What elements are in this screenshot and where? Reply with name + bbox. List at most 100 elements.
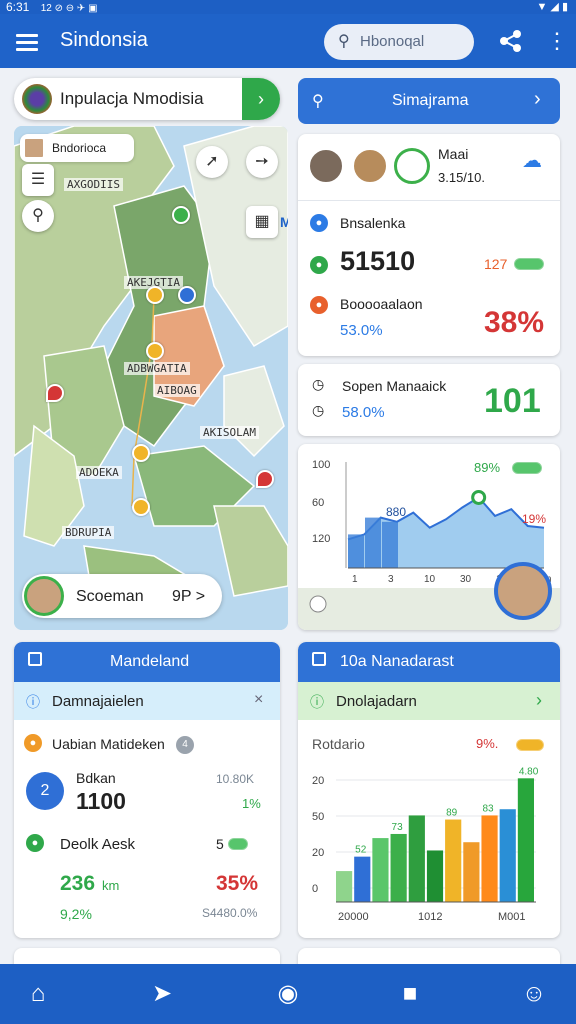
area-bar: [348, 534, 364, 568]
avatar: [23, 137, 45, 159]
map-info-chip[interactable]: Bndorioca: [20, 134, 134, 162]
foot-left: 9,2%: [60, 906, 92, 922]
bar: [408, 815, 425, 902]
map-pin[interactable]: [172, 206, 190, 224]
region-selector-label: Inpulacja Nmodisia: [60, 89, 204, 108]
map-pin[interactable]: [132, 498, 150, 516]
area-bar: [365, 517, 381, 568]
record-icon[interactable]: ◉: [274, 980, 302, 1008]
region-label: ADOEKA: [76, 466, 122, 479]
stat-icon: ●: [310, 296, 328, 314]
toggle-switch[interactable]: [512, 462, 542, 474]
bar: [445, 819, 462, 902]
bar-chart: 20 50 20 0 52 73 89 83 4.80 20000 1012 M001: [312, 766, 539, 923]
area-bar: [382, 521, 398, 568]
stat-side: 127: [484, 256, 508, 272]
stat-label: Bnsalenka: [340, 215, 406, 231]
toggle-switch[interactable]: [514, 258, 544, 270]
menu-icon[interactable]: [16, 34, 38, 51]
x-tick-label: 10: [424, 574, 436, 585]
nanadarast-title: 10a Nanadarast: [340, 653, 454, 670]
metric-card: ◷ Sopen Manaaick ◷ 58.0% 101: [298, 364, 560, 436]
profile-value: 3.15/10.: [438, 170, 485, 185]
metric-value: 101: [484, 382, 541, 420]
clock-icon: ◷: [312, 402, 325, 418]
layers-icon[interactable]: ☰: [22, 164, 54, 196]
map-pin[interactable]: [146, 286, 164, 304]
zoom-icon[interactable]: ⚲: [22, 200, 54, 232]
x-tick-label: 1: [352, 574, 358, 585]
stat-label: Booooaalaon: [340, 296, 423, 312]
cloud-icon[interactable]: ☁: [522, 148, 542, 173]
region-selector[interactable]: Inpulacja Nmodisia ›: [14, 78, 280, 120]
avatar[interactable]: [494, 562, 552, 620]
clock-icon: ◷: [312, 376, 325, 392]
profile-icon[interactable]: ☺: [520, 980, 548, 1008]
map-pin[interactable]: [146, 342, 164, 360]
progress-ring-icon: [394, 148, 430, 184]
bar: [372, 838, 389, 902]
search-placeholder: Hbonoqal: [360, 33, 425, 50]
home-icon[interactable]: ⌂: [24, 980, 52, 1008]
map-tool-icon[interactable]: ▦: [246, 206, 278, 238]
map-canvas[interactable]: [14, 126, 288, 630]
close-icon[interactable]: ×: [254, 691, 263, 709]
subheader-label: Dnolajadarn: [336, 693, 417, 710]
profile-name: Maai: [438, 146, 469, 162]
toggle-switch[interactable]: [516, 739, 544, 751]
chevron-right-icon[interactable]: ›: [536, 690, 542, 711]
metric-label: Sopen Manaaick: [342, 378, 447, 394]
avatar: [24, 576, 64, 616]
square-icon[interactable]: ■: [396, 980, 424, 1008]
map-marker-icon[interactable]: [256, 470, 274, 488]
map-bottom-pill[interactable]: Scoeman 9P >: [22, 574, 222, 618]
x-tick-label: 30: [460, 574, 472, 585]
status-time: 6:31: [6, 0, 30, 14]
nanadarast-header[interactable]: 10a Nanadarast: [298, 642, 560, 682]
bar-data-label: 89: [446, 808, 458, 819]
stats-card: Maai 3.15/10. ☁ ● Bnsalenka ● 51510 127 …: [298, 134, 560, 356]
simajrama-button[interactable]: ⚲ Simajrama ›: [298, 78, 560, 124]
peak-marker: [471, 489, 487, 505]
compass-icon[interactable]: ➚: [196, 146, 228, 178]
row-label: Deolk Aesk: [60, 836, 136, 853]
toggle-switch[interactable]: [228, 838, 248, 850]
divider: [298, 200, 560, 201]
bar: [354, 856, 371, 902]
bar: [336, 871, 353, 902]
bar: [499, 809, 516, 902]
x-tick-label: 3: [388, 574, 394, 585]
simajrama-label: Simajrama: [392, 92, 469, 109]
bar: [463, 842, 480, 902]
chevron-right-icon[interactable]: ›: [242, 78, 280, 120]
map-card[interactable]: Bndorioca ☰ ⚲ ➚ ➙ ▦ M AXGODIIS AKEJGTIA …: [14, 126, 288, 630]
bottom-nav: ⌂ ➤ ◉ ■ ☺: [0, 964, 576, 1024]
big-label: Bdkan: [76, 770, 116, 786]
y-tick-label: 20: [312, 775, 324, 787]
y-tick-label: 20: [312, 847, 324, 859]
mandeland-header[interactable]: Mandeland: [14, 642, 280, 682]
navigation-icon[interactable]: ➤: [148, 980, 176, 1008]
map-marker-icon[interactable]: [46, 384, 64, 402]
number-badge: 2: [26, 772, 64, 810]
chart-legend-value: 89%: [474, 460, 501, 475]
status-icons-right: ▼ ◢ ▮: [536, 1, 568, 13]
map-pin[interactable]: [178, 286, 196, 304]
info-icon: ⓘ: [26, 694, 40, 710]
search-input[interactable]: ⚲ Hbonoqal: [324, 24, 474, 60]
region-label: AIBOAG: [154, 384, 200, 397]
bar: [517, 778, 534, 902]
map-pin[interactable]: [132, 444, 150, 462]
foot-right: S4480.0%: [202, 906, 258, 920]
status-icons-left: 12 ⊘ ⊖ ✈ ▣: [40, 3, 98, 14]
avatar[interactable]: [352, 148, 388, 184]
row-badge: 4: [176, 736, 194, 754]
avatar[interactable]: [308, 148, 344, 184]
big-value: 1100: [76, 788, 126, 814]
checkbox-icon[interactable]: [28, 652, 42, 666]
share-icon[interactable]: [498, 28, 524, 54]
region-label: BDRUPIA: [62, 526, 115, 539]
checkbox-icon[interactable]: [312, 652, 326, 666]
more-options-icon[interactable]: ⋮: [546, 28, 568, 54]
directions-icon[interactable]: ➙: [246, 146, 278, 178]
